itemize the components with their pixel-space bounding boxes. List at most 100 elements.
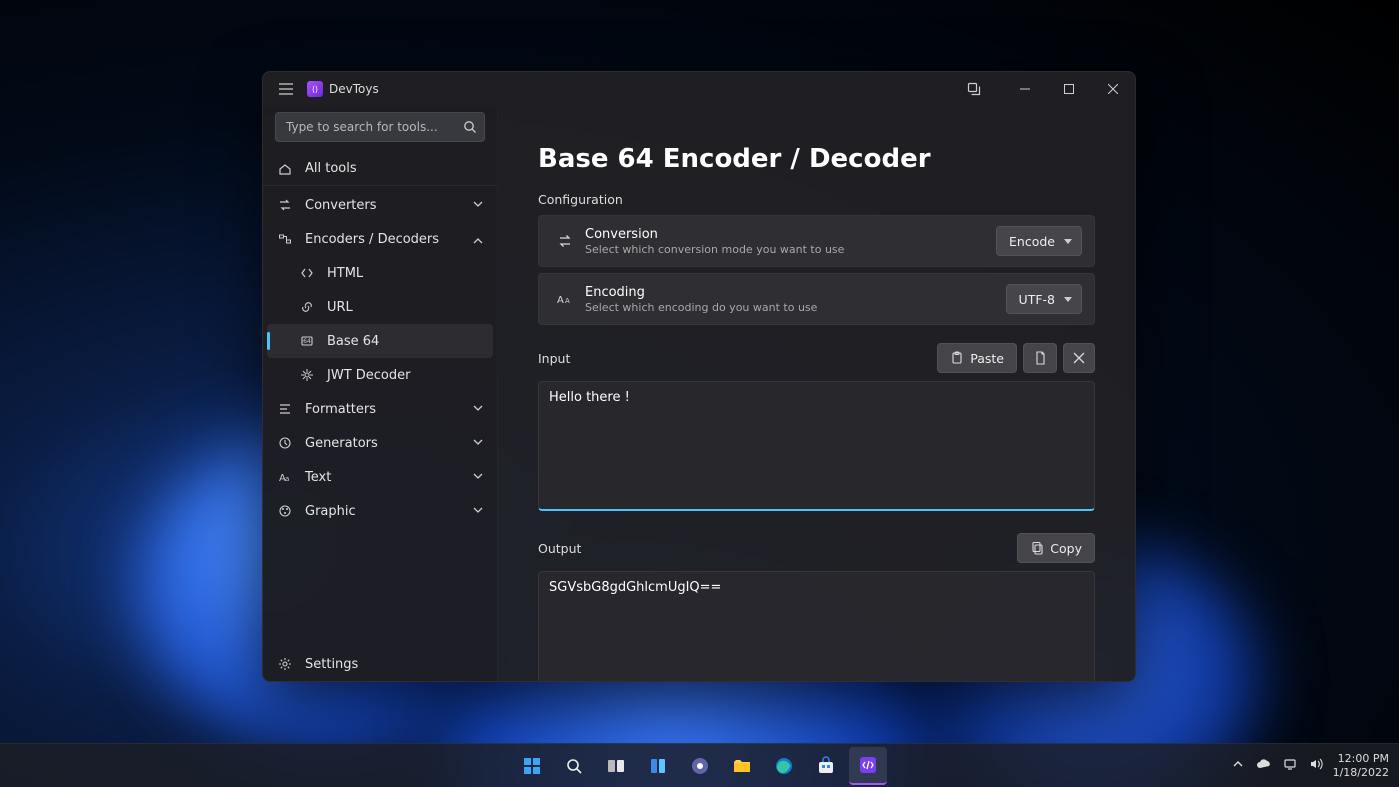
swap-icon [551, 233, 579, 249]
nav-encoders-base64[interactable]: 64 Base 64 [267, 324, 493, 358]
nav-group-generators[interactable]: Generators [263, 426, 497, 460]
system-tray: 12:00 PM 1/18/2022 [1229, 752, 1389, 780]
volume-icon [1309, 757, 1323, 771]
main-panel: Base 64 Encoder / Decoder Configuration … [498, 106, 1135, 681]
always-on-top-button[interactable] [957, 72, 991, 106]
edge-icon [774, 756, 794, 776]
teams-icon [690, 756, 710, 776]
tray-network[interactable] [1281, 757, 1299, 774]
open-file-button[interactable] [1023, 343, 1057, 373]
nav-label: Base 64 [327, 334, 379, 349]
maximize-button[interactable] [1047, 72, 1091, 106]
graphic-icon [277, 503, 293, 519]
taskbar-app-edge[interactable] [765, 747, 803, 785]
nav-group-graphic[interactable]: Graphic [263, 494, 497, 528]
nav-encoders-url[interactable]: URL [263, 290, 497, 324]
nav-label: HTML [327, 266, 363, 281]
search-icon [565, 757, 583, 775]
taskbar-app-explorer[interactable] [723, 747, 761, 785]
widgets-icon [648, 756, 668, 776]
svg-text:A: A [557, 295, 564, 306]
output-label: Output [538, 541, 581, 556]
app-window: ⟨⟩ DevToys All tools [262, 71, 1136, 682]
chevron-down-icon [473, 504, 483, 519]
nav-label: Settings [305, 657, 358, 672]
task-view-icon [606, 756, 626, 776]
button-label: Copy [1050, 541, 1082, 556]
conversion-dropdown[interactable]: Encode [996, 226, 1082, 256]
text-icon: Aa [277, 469, 293, 485]
sidebar: All tools Converters Encoders / Decoders… [263, 106, 498, 681]
taskbar-app-store[interactable] [807, 747, 845, 785]
hamburger-icon [279, 83, 293, 95]
dropdown-value: Encode [1009, 234, 1055, 249]
chevron-down-icon [473, 198, 483, 213]
start-button[interactable] [513, 747, 551, 785]
config-title: Conversion [585, 227, 996, 242]
taskbar: 12:00 PM 1/18/2022 [0, 743, 1399, 787]
paste-button[interactable]: Paste [937, 343, 1017, 373]
nav-group-text[interactable]: Aa Text [263, 460, 497, 494]
config-title: Encoding [585, 285, 1006, 300]
home-icon [277, 161, 293, 177]
generators-icon [277, 435, 293, 451]
copy-icon [1030, 541, 1044, 555]
nav-settings[interactable]: Settings [263, 647, 497, 681]
gear-icon [277, 656, 293, 672]
encoders-icon [277, 231, 293, 247]
nav: All tools Converters Encoders / Decoders… [263, 150, 497, 647]
html-icon [299, 265, 315, 281]
nav-group-formatters[interactable]: Formatters [263, 392, 497, 426]
encoding-dropdown[interactable]: UTF-8 [1006, 284, 1082, 314]
clear-input-button[interactable] [1063, 343, 1095, 373]
nav-label: Converters [305, 198, 377, 213]
tray-onedrive[interactable] [1255, 758, 1273, 773]
nav-group-converters[interactable]: Converters [263, 188, 497, 222]
taskbar-app-devtoys[interactable] [849, 747, 887, 785]
jwt-icon [299, 367, 315, 383]
output-textarea[interactable] [538, 571, 1095, 681]
taskbar-search[interactable] [555, 747, 593, 785]
nav-all-tools[interactable]: All tools [263, 152, 497, 186]
file-icon [1033, 351, 1047, 365]
app-icon: ⟨⟩ [307, 81, 323, 97]
windows-icon [522, 756, 542, 776]
config-desc: Select which encoding do you want to use [585, 301, 1006, 314]
svg-text:A: A [565, 297, 570, 305]
chevron-up-icon [1232, 758, 1244, 770]
chevron-down-icon [473, 402, 483, 417]
folder-icon [732, 756, 752, 776]
nav-group-encoders[interactable]: Encoders / Decoders [263, 222, 497, 256]
config-desc: Select which conversion mode you want to… [585, 243, 996, 256]
converters-icon [277, 197, 293, 213]
minimize-button[interactable] [1003, 72, 1047, 106]
nav-label: JWT Decoder [327, 368, 410, 383]
nav-label: Text [305, 470, 331, 485]
hamburger-button[interactable] [269, 72, 303, 106]
task-view-button[interactable] [597, 747, 635, 785]
configuration-label: Configuration [538, 192, 1095, 207]
search-input[interactable] [275, 112, 485, 142]
clock-date: 1/18/2022 [1333, 766, 1389, 780]
chevron-up-icon [473, 232, 483, 247]
nav-label: Encoders / Decoders [305, 232, 439, 247]
copy-button[interactable]: Copy [1017, 533, 1095, 563]
dropdown-value: UTF-8 [1019, 292, 1055, 307]
svg-text:64: 64 [303, 338, 311, 345]
tray-overflow[interactable] [1229, 758, 1247, 773]
encoding-icon: AA [551, 291, 579, 307]
app-title: DevToys [329, 82, 379, 96]
input-textarea[interactable] [538, 381, 1095, 511]
taskbar-app-teams[interactable] [681, 747, 719, 785]
nav-encoders-html[interactable]: HTML [263, 256, 497, 290]
input-label: Input [538, 351, 570, 366]
taskbar-clock[interactable]: 12:00 PM 1/18/2022 [1333, 752, 1389, 780]
cloud-icon [1256, 758, 1272, 770]
tray-volume[interactable] [1307, 757, 1325, 774]
nav-label: Graphic [305, 504, 356, 519]
clock-time: 12:00 PM [1333, 752, 1389, 766]
widgets-button[interactable] [639, 747, 677, 785]
search-box [275, 112, 485, 142]
nav-encoders-jwt[interactable]: JWT Decoder [263, 358, 497, 392]
close-button[interactable] [1091, 72, 1135, 106]
